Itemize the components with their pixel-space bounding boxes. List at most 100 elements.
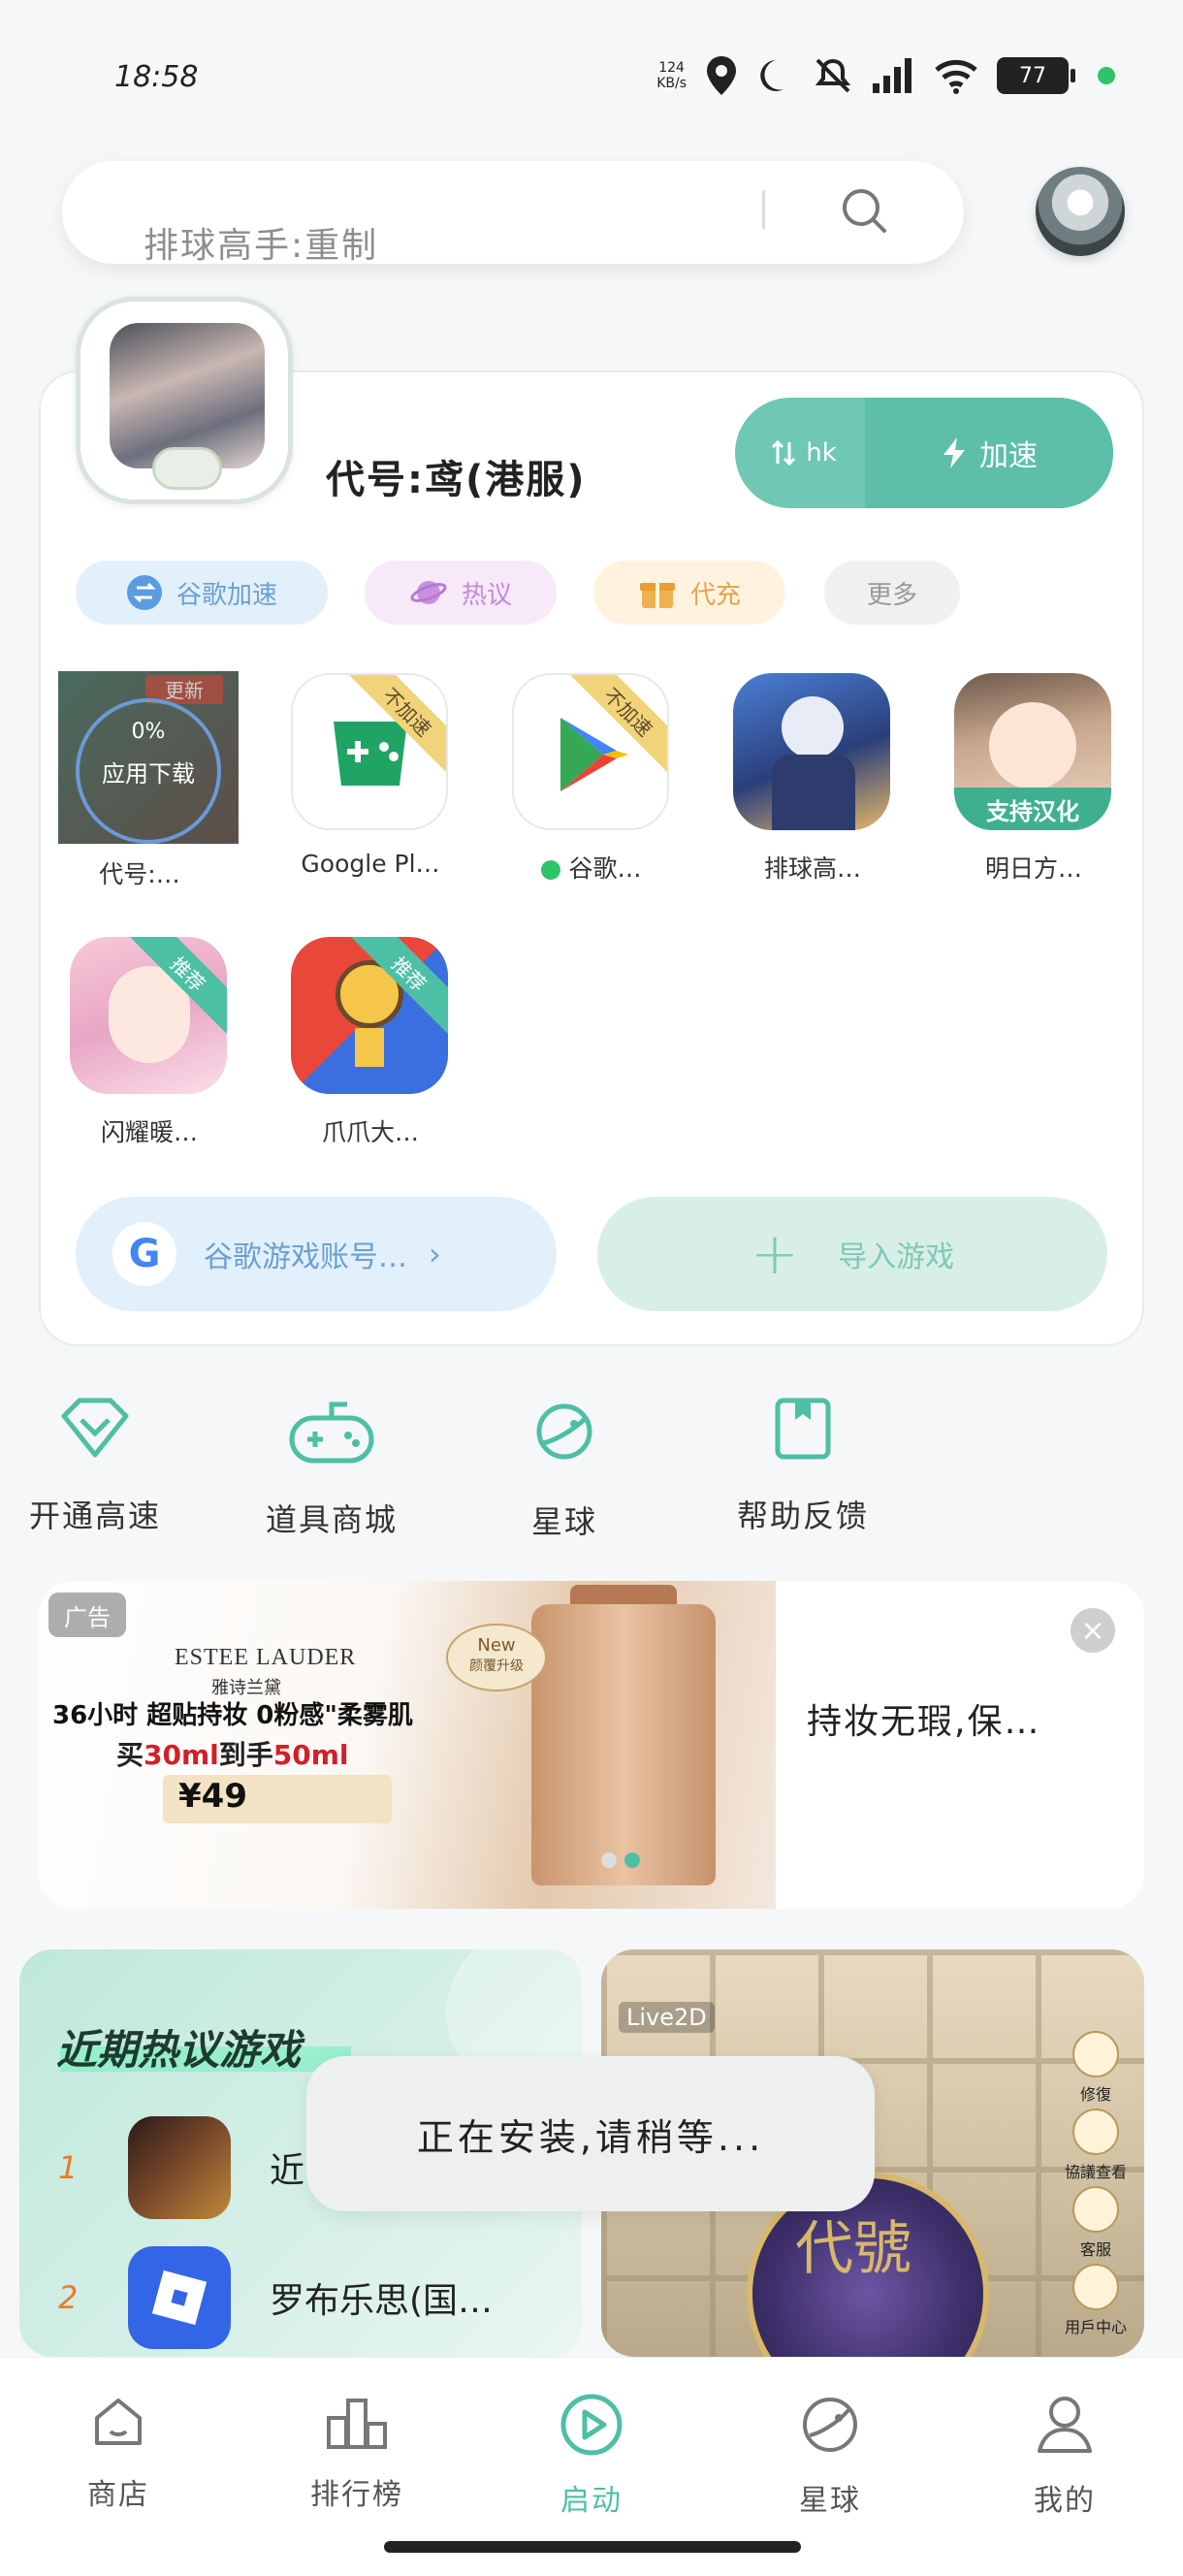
app-tile[interactable]: 不加速 Google Pl…	[291, 673, 456, 878]
chip-hot-discussion[interactable]: 热议	[365, 561, 557, 625]
user-center-icon	[1072, 2264, 1119, 2310]
arknights-icon[interactable]: 支持汉化	[954, 673, 1111, 830]
profile-avatar-frame[interactable]	[76, 297, 293, 504]
character-body	[772, 755, 855, 830]
side-menu-label: 修復	[1079, 2085, 1111, 2104]
avatar-frame-badge	[152, 447, 222, 490]
ad-banner[interactable]: 广告 ESTEE LAUDER 雅诗兰黛 36小时 超贴持妆 0粉感"柔雾肌 买…	[39, 1581, 1144, 1909]
character-face	[989, 702, 1076, 789]
chip-recharge[interactable]: 代充	[593, 561, 785, 625]
nav-label: 启动	[560, 2484, 623, 2518]
app-tile[interactable]: 更新 0% 应用下载 代号:…	[58, 671, 239, 890]
nav-ranking[interactable]: 排行榜	[279, 2393, 434, 2513]
ad-offer-part: 买	[116, 1739, 144, 1771]
google-account-label: 谷歌游戏账号…	[204, 1240, 407, 1274]
trophy-stem	[355, 1028, 384, 1067]
wifi-icon	[935, 59, 977, 94]
localization-banner: 支持汉化	[954, 788, 1111, 830]
chip-google-accelerate[interactable]: 谷歌加速	[76, 561, 328, 625]
home-indicator[interactable]	[384, 2541, 801, 2553]
app-tile[interactable]: 推荐 闪耀暖…	[70, 937, 235, 1148]
chip-label: 谷歌加速	[176, 580, 277, 610]
google-account-button[interactable]: G 谷歌游戏账号… ›	[76, 1197, 557, 1311]
list-item[interactable]: 2 罗布乐思(国…	[58, 2246, 582, 2349]
side-menu-agreement[interactable]: 協議查看	[1057, 2109, 1135, 2182]
search-bar[interactable]: 排球高手:重制	[62, 161, 964, 266]
nav-planet[interactable]: 星球	[752, 2393, 908, 2519]
character-head	[782, 696, 844, 758]
search-input[interactable]: 排球高手:重制	[144, 217, 378, 268]
accelerate-label: 加速	[979, 439, 1038, 473]
roblox-mark	[151, 2270, 208, 2326]
app-label: 谷歌…	[495, 850, 688, 885]
app-label: 闪耀暖…	[100, 1118, 198, 1146]
ad-new-badge: New 颜覆升级	[446, 1624, 547, 1691]
nav-me[interactable]: 我的	[987, 2393, 1142, 2519]
ad-offer-part: 到手	[218, 1739, 273, 1771]
plus-icon: +	[750, 1220, 800, 1288]
roblox-mark-hole	[171, 2289, 188, 2306]
app-tile[interactable]: 不加速 谷歌…	[512, 673, 677, 885]
quick-nav-help-feedback[interactable]: 帮助反馈	[706, 1397, 900, 1536]
user-avatar[interactable]	[1036, 167, 1125, 256]
import-game-label: 导入游戏	[838, 1240, 955, 1274]
app-label: 明日方…	[984, 854, 1082, 883]
bookmark-icon	[775, 1398, 831, 1460]
ad-new-subtext: 颜覆升级	[469, 1658, 524, 1674]
installing-toast: 正在安装,请稍等...	[306, 2056, 875, 2211]
download-status: 应用下载	[102, 760, 195, 788]
import-game-button[interactable]: + 导入游戏	[597, 1197, 1107, 1311]
side-menu-label: 用戶中心	[1064, 2318, 1127, 2336]
google-play-games-icon[interactable]: 不加速	[291, 673, 448, 830]
gamepad-icon	[289, 1401, 374, 1464]
app-tile[interactable]: 排球高…	[733, 673, 898, 885]
quick-nav-label: 帮助反馈	[736, 1497, 869, 1534]
shining-nikki-icon[interactable]: 推荐	[70, 937, 227, 1094]
battery-indicator: 77	[997, 57, 1075, 94]
planet-icon	[536, 1403, 592, 1460]
quick-nav-item-mall[interactable]: 道具商城	[235, 1397, 429, 1540]
document-icon	[1072, 2109, 1119, 2155]
side-menu-user-center[interactable]: 用戶中心	[1057, 2264, 1135, 2337]
moon-icon	[760, 60, 783, 91]
repair-icon	[1072, 2031, 1119, 2077]
volleyball-game-icon[interactable]	[733, 673, 890, 830]
quick-nav-planet[interactable]: 星球	[467, 1397, 661, 1542]
chip-label: 更多	[866, 580, 917, 610]
ad-label-badge: 广告	[48, 1593, 126, 1637]
carousel-dot[interactable]	[601, 1852, 617, 1868]
accelerate-action[interactable]: 加速	[865, 398, 1113, 508]
chevron-right-icon: ›	[429, 1236, 441, 1272]
accelerate-button[interactable]: hk 加速	[735, 398, 1113, 508]
quick-nav-label: 道具商城	[265, 1501, 398, 1538]
carousel-dot-active[interactable]	[624, 1852, 640, 1868]
speed-value: 124	[658, 60, 685, 76]
google-accel-icon	[126, 575, 162, 610]
game-name: 罗布乐思(国…	[270, 2281, 494, 2321]
planet-icon	[803, 2398, 857, 2452]
game-thumbnail	[128, 2116, 231, 2219]
chip-more[interactable]: 更多	[824, 561, 960, 625]
ad-headline[interactable]: 持妆无瑕,保…	[807, 1693, 1040, 1744]
region-selector[interactable]: hk	[735, 398, 871, 508]
app-tile[interactable]: 推荐 爪爪大…	[291, 937, 456, 1148]
side-menu-repair[interactable]: 修復	[1057, 2031, 1135, 2105]
nav-label: 商店	[87, 2478, 149, 2512]
search-icon[interactable]	[838, 184, 892, 239]
app-icon-downloading[interactable]: 更新 0% 应用下载	[58, 671, 239, 844]
ad-close-button[interactable]: ×	[1071, 1608, 1115, 1653]
nav-label: 我的	[1034, 2484, 1096, 2518]
status-dot	[541, 860, 561, 880]
app-tile[interactable]: 支持汉化 明日方…	[954, 673, 1119, 885]
app-label: 代号:…	[99, 860, 180, 888]
google-play-icon[interactable]: 不加速	[512, 673, 669, 830]
paw-battle-icon[interactable]: 推荐	[291, 937, 448, 1094]
diamond-icon	[61, 1398, 129, 1458]
nav-store[interactable]: 商店	[41, 2393, 196, 2513]
nav-launch[interactable]: 启动	[514, 2393, 669, 2519]
play-icon	[560, 2394, 623, 2456]
support-icon	[1072, 2186, 1119, 2233]
quick-nav-open-highspeed[interactable]: 开通高速	[0, 1397, 192, 1536]
google-g-icon: G	[112, 1222, 176, 1286]
side-menu-support[interactable]: 客服	[1057, 2186, 1135, 2260]
